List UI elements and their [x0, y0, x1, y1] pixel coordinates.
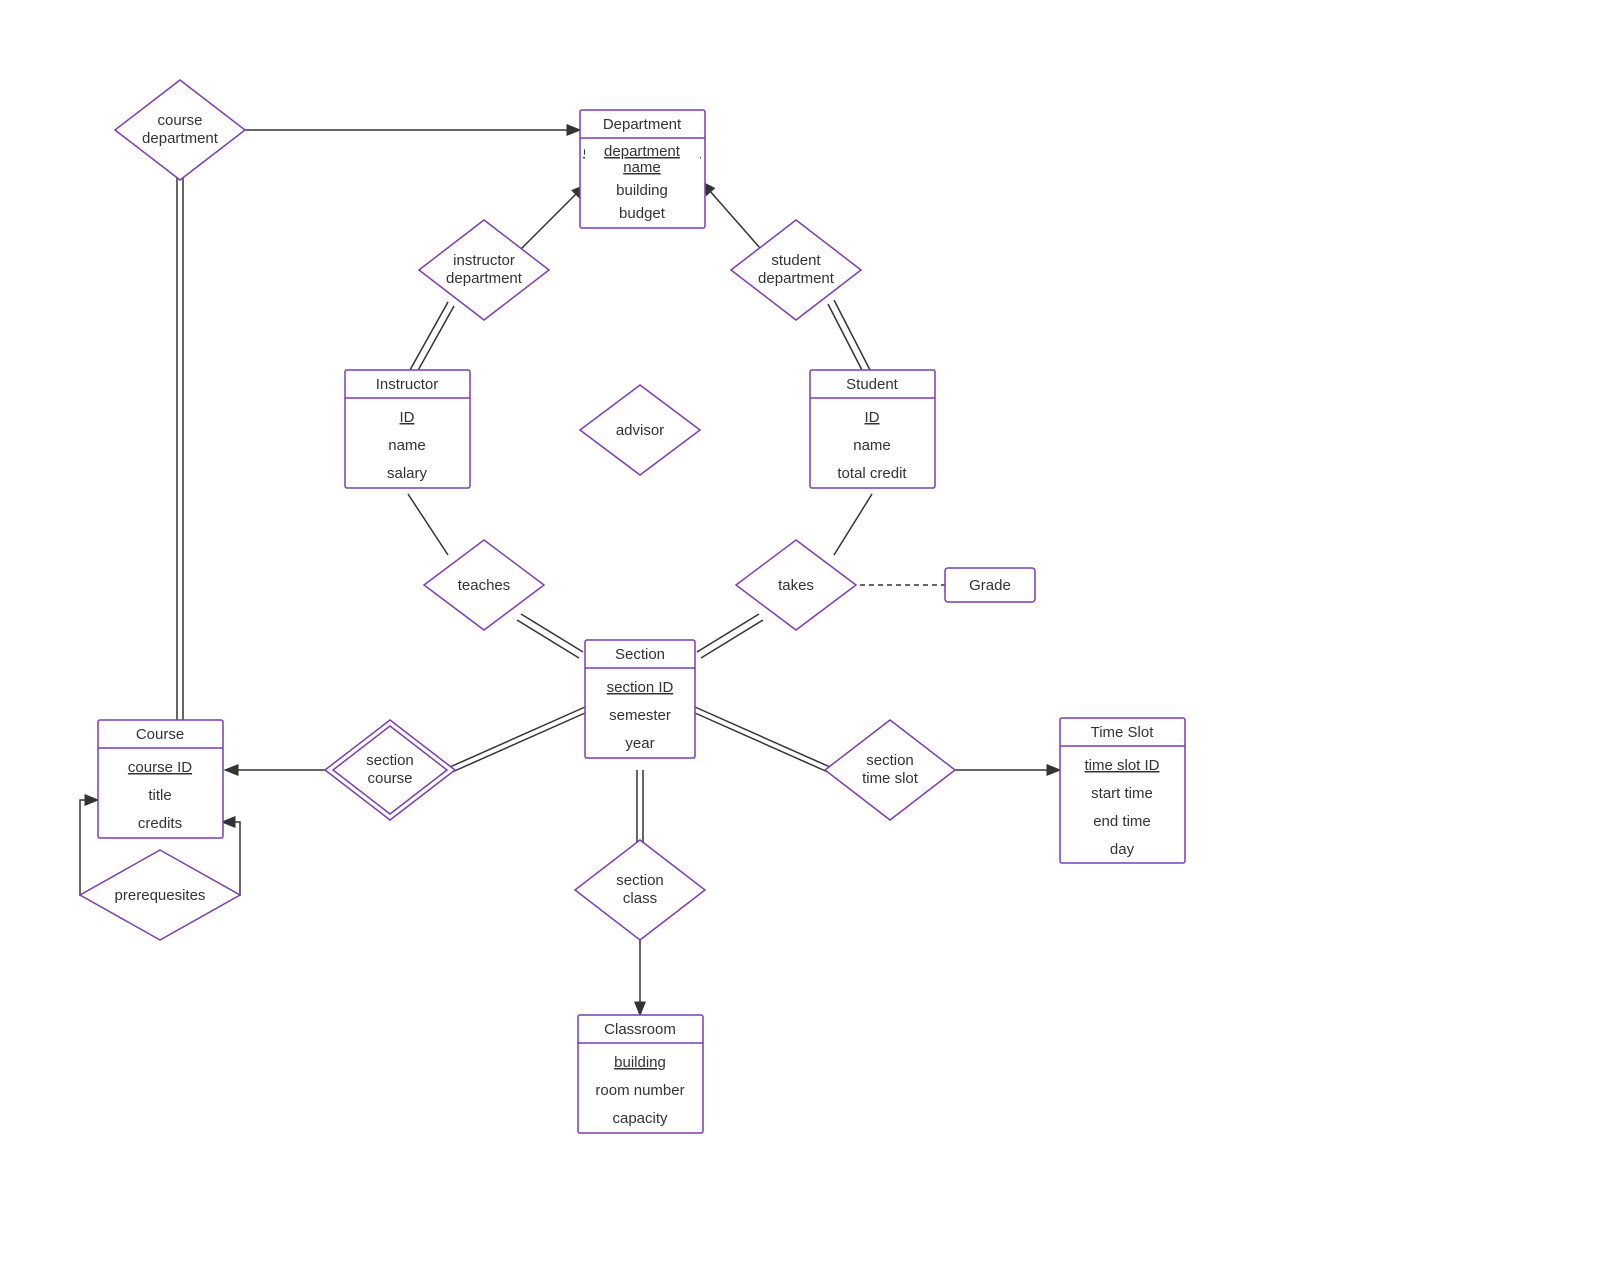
svg-text:Instructor: Instructor — [376, 376, 439, 393]
svg-text:section: section — [616, 872, 664, 889]
svg-text:course: course — [157, 112, 202, 129]
svg-text:advisor: advisor — [616, 422, 664, 439]
rel-course-department: course department — [115, 80, 245, 180]
entity-section: Section section ID semester year — [585, 640, 695, 758]
svg-text:Section: Section — [615, 646, 665, 663]
svg-text:name: name — [623, 159, 661, 176]
svg-text:takes: takes — [778, 577, 814, 594]
svg-text:year: year — [625, 735, 654, 752]
svg-text:student: student — [771, 252, 821, 269]
rel-student-department: student department — [731, 220, 861, 320]
svg-text:class: class — [623, 890, 657, 907]
svg-text:Course: Course — [136, 726, 184, 743]
svg-text:day: day — [1110, 841, 1135, 858]
rel-section-course: section course — [325, 720, 455, 820]
svg-text:section: section — [366, 752, 414, 769]
svg-text:prerequesites: prerequesites — [115, 887, 206, 904]
entity-grade: Grade — [945, 568, 1035, 602]
entity-instructor: Instructor ID name salary — [345, 370, 470, 488]
svg-text:building: building — [614, 1054, 666, 1071]
svg-text:end time: end time — [1093, 813, 1151, 830]
svg-text:name: name — [388, 437, 426, 454]
svg-text:course: course — [367, 770, 412, 787]
svg-text:total credit: total credit — [837, 465, 907, 482]
entity-timeslot: Time Slot time slot ID start time end ti… — [1060, 718, 1185, 863]
entity-classroom: Classroom building room number capacity — [578, 1015, 703, 1133]
entity-course: Course course ID title credits — [98, 720, 223, 838]
svg-text:section: section — [866, 752, 914, 769]
svg-text:semester: semester — [609, 707, 671, 724]
svg-text:Classroom: Classroom — [604, 1021, 676, 1038]
svg-text:time slot: time slot — [862, 770, 919, 787]
entity-student: Student ID name total credit — [810, 370, 935, 488]
svg-text:Time Slot: Time Slot — [1091, 724, 1155, 741]
svg-text:Grade: Grade — [969, 577, 1011, 594]
svg-text:section ID: section ID — [607, 679, 674, 696]
svg-text:credits: credits — [138, 815, 182, 832]
svg-text:ID: ID — [400, 409, 415, 426]
svg-text:instructor: instructor — [453, 252, 515, 269]
svg-text:Department: Department — [603, 116, 682, 133]
svg-text:start time: start time — [1091, 785, 1153, 802]
rel-advisor: advisor — [580, 385, 700, 475]
svg-text:course ID: course ID — [128, 759, 192, 776]
svg-text:name: name — [853, 437, 891, 454]
svg-text:capacity: capacity — [612, 1110, 668, 1127]
svg-text:salary: salary — [387, 465, 428, 482]
rel-section-class: section class — [575, 840, 705, 940]
svg-text:department: department — [604, 143, 681, 160]
svg-text:department: department — [446, 270, 523, 287]
svg-text:budget: budget — [619, 205, 666, 222]
svg-text:title: title — [148, 787, 171, 804]
svg-text:building: building — [616, 182, 668, 199]
rel-prerequisites: prerequesites — [80, 850, 240, 940]
rel-section-timeslot: section time slot — [825, 720, 955, 820]
svg-text:ID: ID — [865, 409, 880, 426]
svg-text:department: department — [142, 130, 219, 147]
rel-instructor-department: instructor department — [419, 220, 549, 320]
svg-text:Student: Student — [846, 376, 899, 393]
svg-text:room number: room number — [595, 1082, 684, 1099]
svg-text:teaches: teaches — [458, 577, 511, 594]
svg-text:time slot ID: time slot ID — [1084, 757, 1159, 774]
svg-text:department: department — [758, 270, 835, 287]
